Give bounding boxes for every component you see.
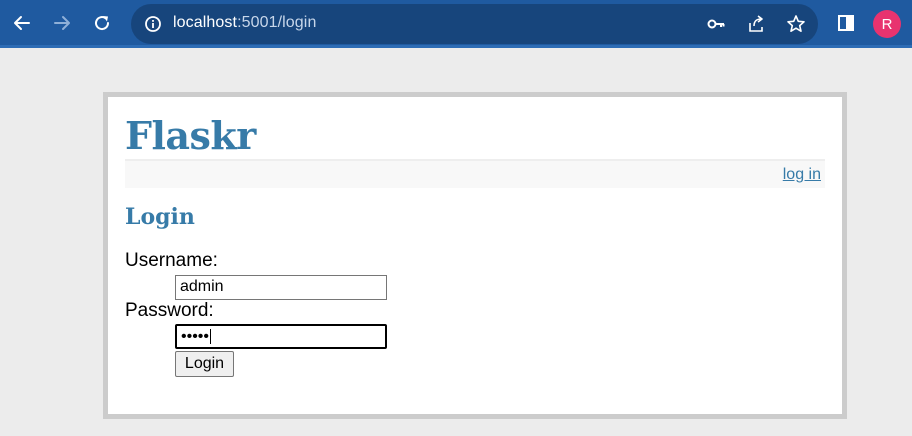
username-value: admin	[180, 278, 224, 295]
password-input[interactable]: •••••	[175, 324, 387, 349]
url-path: :5001/login	[237, 14, 317, 31]
url-host: localhost	[173, 14, 238, 31]
back-arrow-icon	[14, 16, 30, 30]
address-bar[interactable]: localhost:5001/login	[131, 4, 818, 44]
username-label: Username:	[125, 250, 218, 271]
text-caret	[210, 329, 212, 345]
browser-toolbar: localhost:5001/login R	[0, 0, 912, 48]
login-link[interactable]: log in	[783, 166, 821, 184]
url-text[interactable]: localhost:5001/login	[173, 14, 316, 32]
star-icon[interactable]	[786, 14, 806, 34]
avatar-initial: R	[881, 15, 893, 33]
app-title: Flaskr	[125, 113, 256, 158]
password-value: •••••	[181, 328, 210, 345]
reload-icon	[95, 16, 110, 31]
metanav: log in	[125, 159, 825, 188]
username-input[interactable]: admin	[175, 275, 387, 300]
info-icon[interactable]	[143, 14, 163, 34]
back-button[interactable]	[7, 8, 37, 38]
password-label: Password:	[125, 300, 214, 321]
share-icon[interactable]	[746, 14, 766, 34]
profile-avatar[interactable]: R	[873, 10, 901, 38]
page-container: Flaskr log in Login Username: admin Pass…	[103, 92, 847, 419]
forward-button[interactable]	[47, 8, 77, 38]
key-icon[interactable]	[706, 14, 726, 34]
login-button[interactable]: Login	[175, 351, 234, 377]
page-heading: Login	[125, 204, 195, 230]
forward-arrow-icon	[54, 16, 70, 30]
side-panel-icon	[838, 15, 854, 31]
login-button-label: Login	[184, 355, 225, 372]
side-panel-button[interactable]	[831, 8, 861, 38]
reload-button[interactable]	[87, 8, 117, 38]
